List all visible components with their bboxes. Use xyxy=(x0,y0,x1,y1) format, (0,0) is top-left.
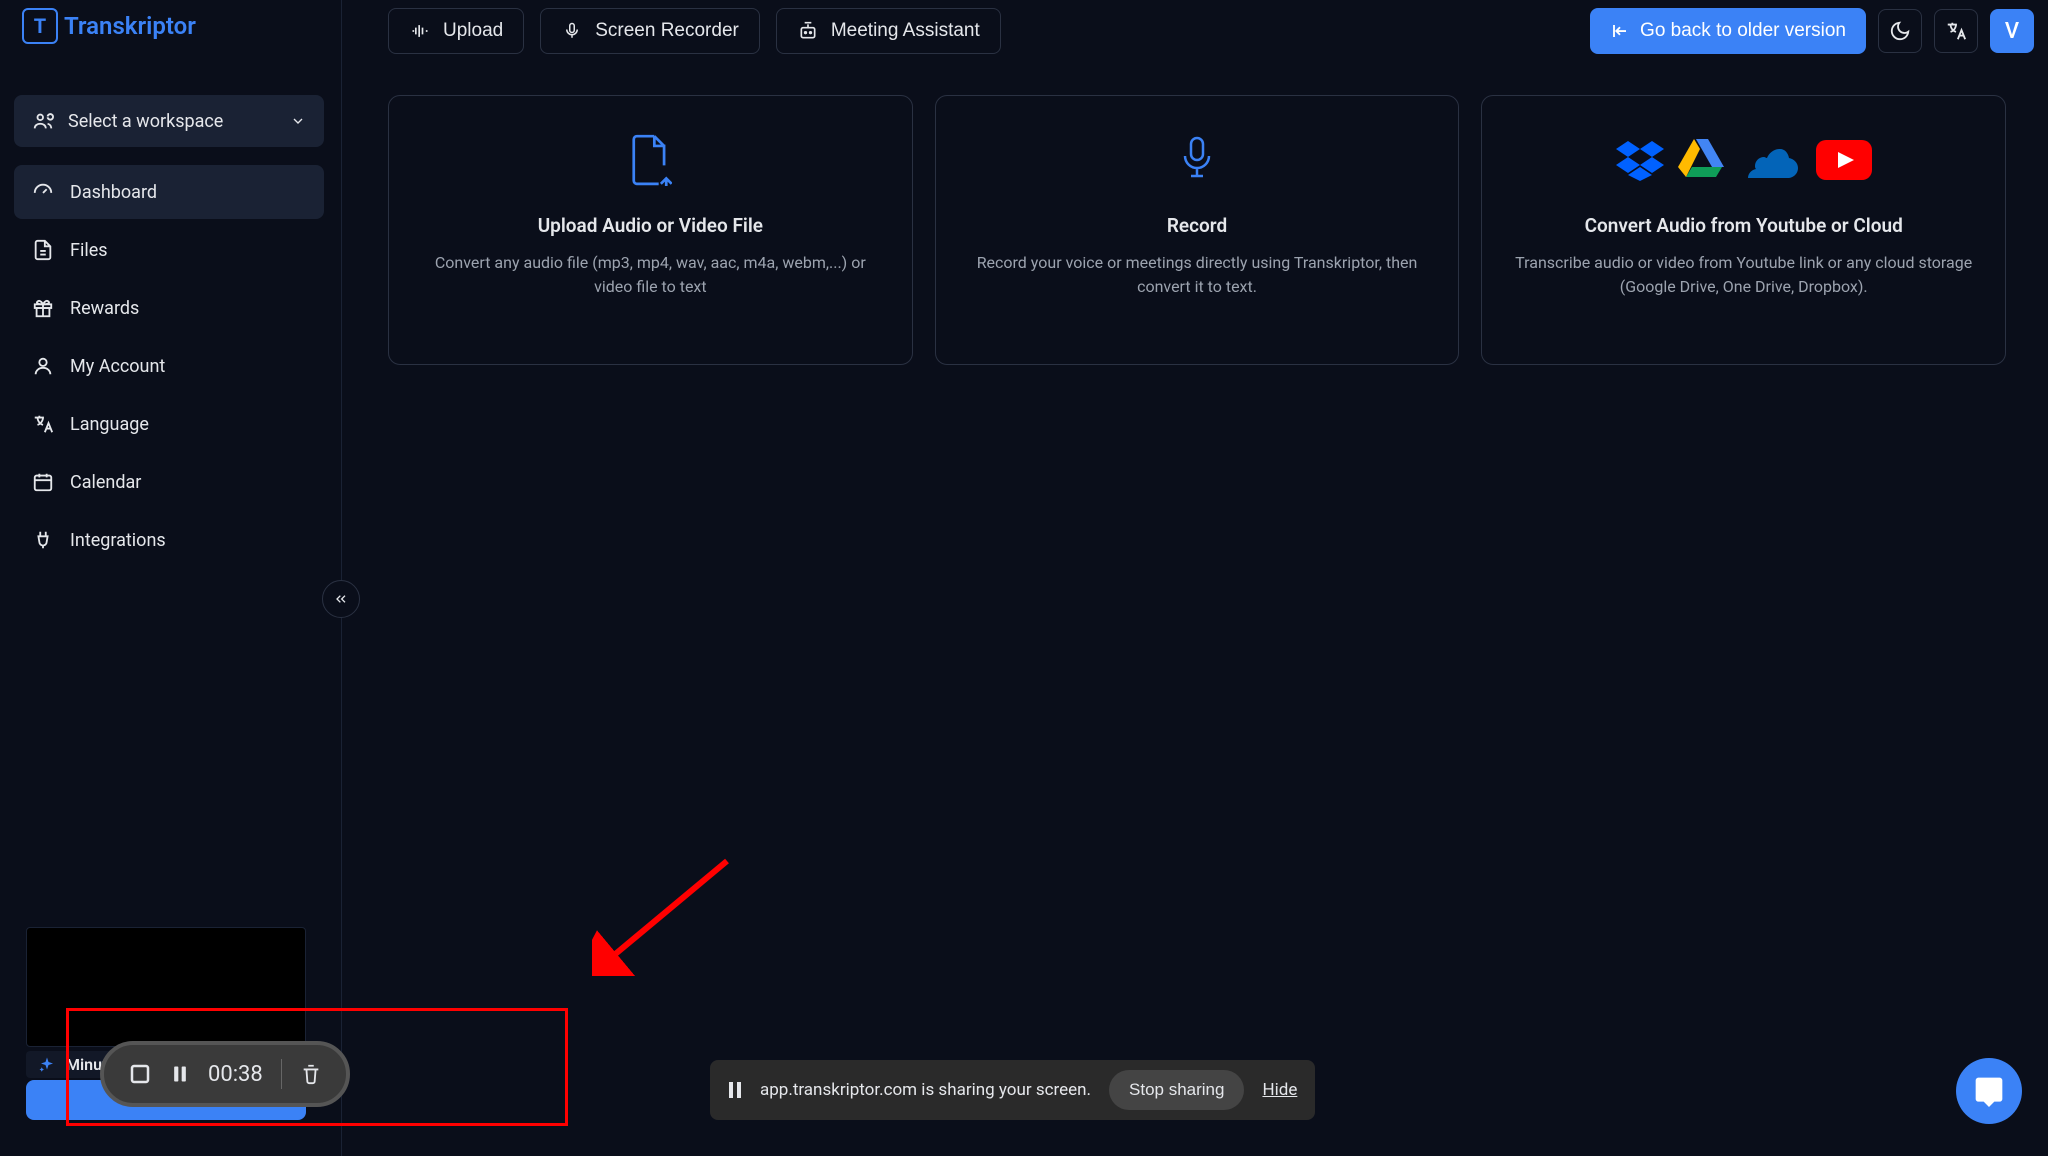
google-drive-icon xyxy=(1678,137,1730,183)
sidebar-item-integrations[interactable]: Integrations xyxy=(14,513,324,567)
arrow-left-bar-icon xyxy=(1610,22,1630,40)
annotation-arrow xyxy=(592,856,732,976)
logo-icon: T xyxy=(22,8,58,44)
chevron-down-icon xyxy=(290,113,306,129)
avatar[interactable]: V xyxy=(1990,9,2034,53)
screen-preview xyxy=(26,927,306,1047)
calendar-icon xyxy=(32,471,54,493)
sidebar-divider xyxy=(341,0,342,1156)
onedrive-icon xyxy=(1744,141,1802,179)
divider xyxy=(281,1059,282,1089)
chat-icon xyxy=(1973,1075,2005,1107)
youtube-icon xyxy=(1816,140,1872,180)
upload-button[interactable]: Upload xyxy=(388,8,524,54)
logo-text: Transkriptor xyxy=(64,12,196,40)
recording-time: 00:38 xyxy=(208,1062,263,1087)
gauge-icon xyxy=(32,181,54,203)
stop-recording-button[interactable] xyxy=(128,1062,152,1086)
card-desc: Record your voice or meetings directly u… xyxy=(964,251,1431,299)
file-upload-icon xyxy=(628,134,672,186)
language-button[interactable] xyxy=(1934,9,1978,53)
microphone-icon xyxy=(1177,134,1217,186)
cloud-service-icons xyxy=(1616,137,1872,183)
meeting-assistant-button[interactable]: Meeting Assistant xyxy=(776,8,1001,54)
user-icon xyxy=(32,355,54,377)
card-title: Convert Audio from Youtube or Cloud xyxy=(1585,214,1903,237)
pause-recording-button[interactable] xyxy=(170,1062,190,1086)
delete-recording-button[interactable] xyxy=(300,1062,322,1086)
gift-icon xyxy=(32,297,54,319)
dropbox-icon xyxy=(1616,139,1664,181)
translate-icon xyxy=(1945,20,1967,42)
theme-toggle-button[interactable] xyxy=(1878,9,1922,53)
sidebar-item-language[interactable]: Language xyxy=(14,397,324,451)
plug-icon xyxy=(32,529,54,551)
sidebar-item-rewards[interactable]: Rewards xyxy=(14,281,324,335)
sidebar-item-calendar[interactable]: Calendar xyxy=(14,455,324,509)
sidebar-item-files[interactable]: Files xyxy=(14,223,324,277)
go-back-button[interactable]: Go back to older version xyxy=(1590,8,1866,54)
upload-file-card[interactable]: Upload Audio or Video File Convert any a… xyxy=(388,95,913,365)
upload-waveform-icon xyxy=(409,20,431,42)
microphone-icon xyxy=(561,20,583,42)
bot-icon xyxy=(797,20,819,42)
file-icon xyxy=(32,239,54,261)
sparkle-icon xyxy=(38,1056,56,1074)
card-title: Upload Audio or Video File xyxy=(538,214,763,237)
sidebar-item-dashboard[interactable]: Dashboard xyxy=(14,165,324,219)
translate-icon xyxy=(32,413,54,435)
chevron-double-left-icon xyxy=(333,591,349,607)
hide-link[interactable]: Hide xyxy=(1262,1080,1297,1100)
convert-cloud-card[interactable]: Convert Audio from Youtube or Cloud Tran… xyxy=(1481,95,2006,365)
record-card[interactable]: Record Record your voice or meetings dir… xyxy=(935,95,1460,365)
card-desc: Convert any audio file (mp3, mp4, wav, a… xyxy=(417,251,884,299)
card-desc: Transcribe audio or video from Youtube l… xyxy=(1510,251,1977,299)
logo[interactable]: T Transkriptor xyxy=(22,8,196,44)
stop-sharing-button[interactable]: Stop sharing xyxy=(1109,1070,1244,1110)
collapse-sidebar-button[interactable] xyxy=(322,580,360,618)
recording-controls: 00:38 xyxy=(100,1041,350,1107)
moon-icon xyxy=(1889,20,1911,42)
workspace-selector[interactable]: Select a workspace xyxy=(14,95,324,147)
chat-button[interactable] xyxy=(1956,1058,2022,1124)
card-title: Record xyxy=(1167,214,1227,237)
pause-icon xyxy=(728,1081,742,1099)
screen-sharing-bar: app.transkriptor.com is sharing your scr… xyxy=(710,1060,1315,1120)
sharing-text: app.transkriptor.com is sharing your scr… xyxy=(760,1080,1091,1100)
users-icon xyxy=(32,110,54,132)
screen-recorder-button[interactable]: Screen Recorder xyxy=(540,8,760,54)
sidebar-item-my-account[interactable]: My Account xyxy=(14,339,324,393)
